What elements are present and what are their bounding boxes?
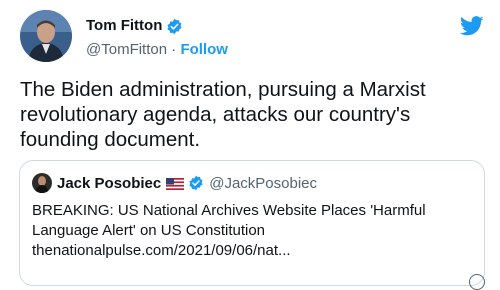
quoted-tweet-text: BREAKING: US National Archives Website P…: [32, 201, 472, 261]
author-handle-row: @TomFitton · Follow: [86, 40, 228, 60]
author-block: Tom Fitton @TomFitton · Follow: [86, 16, 228, 60]
quoted-author-avatar: [32, 173, 52, 193]
handle-separator: ·: [167, 41, 181, 58]
verified-badge-icon: [166, 18, 183, 35]
quoted-author-handle: @JackPosobiec: [209, 174, 318, 192]
quoted-author-name: Jack Posobiec: [57, 174, 162, 192]
author-name[interactable]: Tom Fitton: [86, 16, 162, 36]
quoted-tweet-card[interactable]: Jack Posobiec @JackPosobiec BREAKING: US…: [19, 160, 485, 286]
us-flag-icon: [166, 177, 185, 190]
quoted-verified-badge-icon: [188, 175, 204, 191]
quoted-tweet-header: Jack Posobiec @JackPosobiec: [32, 173, 317, 193]
quoted-text-line: Language Alert' on US Constitution: [32, 222, 266, 239]
quoted-link[interactable]: thenationalpulse.com/2021/09/06/nat...: [32, 241, 472, 261]
author-avatar[interactable]: [20, 10, 72, 62]
quoted-text-line: BREAKING: US National Archives Website P…: [32, 202, 426, 219]
author-handle[interactable]: @TomFitton: [86, 41, 167, 58]
info-icon[interactable]: [469, 274, 485, 290]
author-name-row: Tom Fitton: [86, 16, 228, 36]
twitter-bird-icon[interactable]: [459, 16, 484, 36]
tweet-text: The Biden administration, pursuing a Mar…: [20, 78, 426, 151]
follow-button[interactable]: Follow: [180, 41, 228, 58]
